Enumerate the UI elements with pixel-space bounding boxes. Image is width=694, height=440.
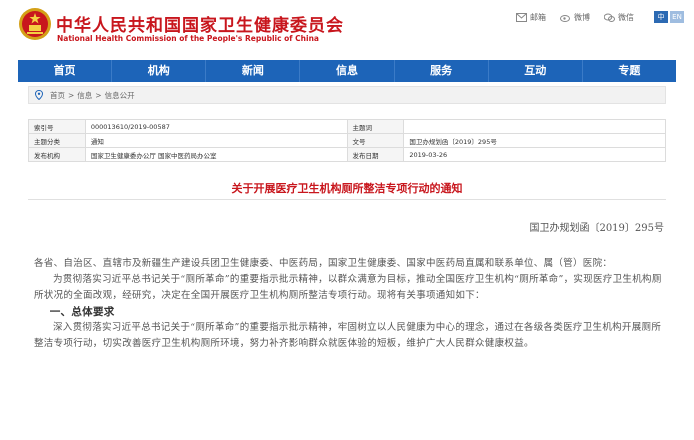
- breadcrumb-info-disclosure[interactable]: 信息公开: [105, 90, 135, 101]
- weibo-link[interactable]: 微博: [560, 12, 590, 23]
- meta-value-date: 2019-03-26: [403, 147, 666, 162]
- main-nav: 首页 机构 新闻 信息 服务 互动 专题: [18, 60, 676, 82]
- nav-item-news[interactable]: 新闻: [206, 60, 301, 82]
- wechat-icon: [604, 13, 615, 22]
- intro-paragraph: 为贯彻落实习近平总书记关于“厕所革命”的重要指示批示精神，以群众满意为目标，推动…: [34, 274, 662, 301]
- wechat-label: 微信: [618, 12, 634, 22]
- header-shortcuts: 邮箱 微博 微信 中 EN: [516, 11, 684, 23]
- table-row: 索引号 000013610/2019-00587 主题词: [28, 119, 666, 134]
- section-paragraph: 深入贯彻落实习近平总书记关于“厕所革命”的重要指示批示精神，牢固树立以人民健康为…: [34, 322, 662, 349]
- mail-label: 邮箱: [530, 12, 546, 22]
- weibo-label: 微博: [574, 12, 590, 22]
- breadcrumb-home[interactable]: 首页: [50, 90, 65, 101]
- weibo-icon: [560, 14, 570, 22]
- site-title[interactable]: 中华人民共和国国家卫生健康委员会: [56, 11, 344, 36]
- location-pin-icon: [35, 90, 43, 100]
- meta-value-doc-number: 国卫办规划函〔2019〕295号: [403, 133, 666, 148]
- nav-item-services[interactable]: 服务: [395, 60, 489, 82]
- breadcrumb-info[interactable]: 信息: [77, 90, 92, 101]
- article-body: 各省、自治区、直辖市及新疆生产建设兵团卫生健康委、中医药局，国家卫生健康委、国家…: [34, 256, 664, 352]
- section-heading: 一、总体要求: [49, 306, 115, 318]
- meta-key-date: 发布日期: [346, 147, 405, 162]
- divider: [28, 199, 666, 200]
- breadcrumb-separator: >: [95, 90, 102, 100]
- nav-item-information[interactable]: 信息: [300, 60, 395, 82]
- mail-icon: [516, 12, 527, 22]
- lang-en-button[interactable]: EN: [670, 11, 684, 23]
- document-meta-table: 索引号 000013610/2019-00587 主题词 主题分类 通知 文号 …: [28, 119, 666, 162]
- meta-value-index: 000013610/2019-00587: [84, 119, 348, 134]
- lang-zh-button[interactable]: 中: [654, 11, 668, 23]
- national-emblem-icon[interactable]: [18, 6, 52, 42]
- mail-link[interactable]: 邮箱: [516, 12, 546, 23]
- nav-item-interaction[interactable]: 互动: [489, 60, 583, 82]
- nav-item-home[interactable]: 首页: [18, 60, 113, 82]
- table-row: 发布机构 国家卫生健康委办公厅 国家中医药局办公室 发布日期 2019-03-2…: [28, 147, 666, 162]
- meta-key-keywords: 主题词: [346, 119, 405, 134]
- table-row: 主题分类 通知 文号 国卫办规划函〔2019〕295号: [28, 133, 666, 148]
- meta-key-publisher: 发布机构: [28, 147, 86, 162]
- document-number: 国卫办规划函〔2019〕295号: [529, 223, 664, 234]
- site-subtitle: National Health Commission of the People…: [57, 34, 319, 43]
- meta-key-doc-number: 文号: [346, 133, 405, 148]
- wechat-link[interactable]: 微信: [604, 12, 634, 23]
- meta-key-index: 索引号: [28, 119, 86, 134]
- nav-item-topics[interactable]: 专题: [583, 60, 676, 82]
- meta-value-category: 通知: [84, 133, 348, 148]
- meta-key-category: 主题分类: [28, 133, 86, 148]
- nav-item-organization[interactable]: 机构: [112, 60, 207, 82]
- addressee-paragraph: 各省、自治区、直辖市及新疆生产建设兵团卫生健康委、中医药局，国家卫生健康委、国家…: [34, 258, 613, 269]
- meta-value-publisher: 国家卫生健康委办公厅 国家中医药局办公室: [84, 147, 348, 162]
- breadcrumb-separator: >: [68, 90, 75, 100]
- meta-value-keywords: [403, 119, 666, 134]
- breadcrumb: 首页 > 信息 > 信息公开: [28, 86, 666, 104]
- language-switch: 中 EN: [654, 11, 684, 23]
- article-title: 关于开展医疗卫生机构厕所整洁专项行动的通知: [231, 182, 463, 195]
- site-header: 中华人民共和国国家卫生健康委员会 National Health Commiss…: [0, 0, 694, 56]
